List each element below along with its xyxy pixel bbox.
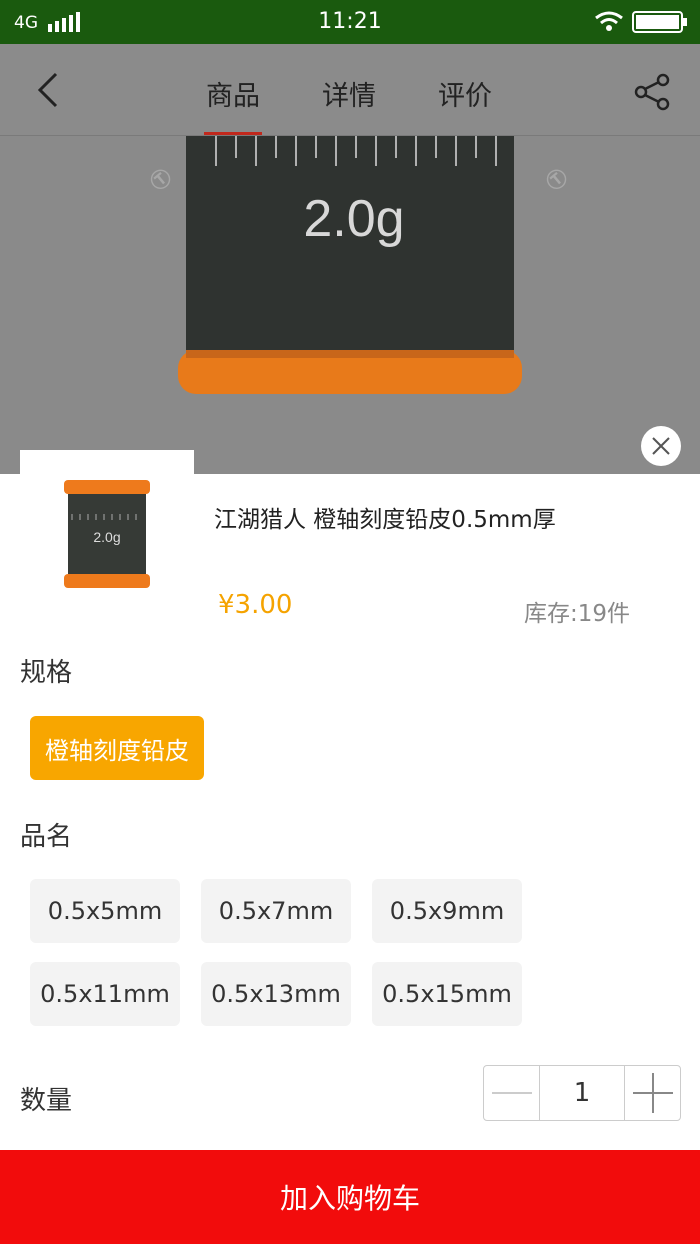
decrease-button[interactable] [484,1066,540,1120]
quantity-value[interactable]: 1 [540,1066,624,1120]
name-label: 品名 [20,822,73,852]
status-bar: 4G 11:21 [0,0,700,44]
share-icon[interactable] [632,72,672,112]
name-option[interactable]: 0.5x5mm [30,879,180,943]
back-arrow-icon[interactable] [30,70,66,110]
minus-icon [491,1092,532,1094]
tab-review[interactable]: 评价 [438,74,492,113]
product-image-area: 商品 详情 评价 2.0g Ⓣ Ⓣ [0,44,700,474]
watermark: Ⓣ [541,164,573,196]
watermark: Ⓣ [145,164,177,196]
stock-count: 库存:19件 [524,601,631,627]
add-to-cart-button[interactable]: 加入购物车 [0,1150,700,1244]
name-option[interactable]: 0.5x15mm [372,962,522,1026]
name-option[interactable]: 0.5x11mm [30,962,180,1026]
wifi-icon [595,11,623,31]
quantity-stepper: 1 [483,1065,681,1121]
photo-weight-label: 2.0g [303,190,404,248]
quantity-label: 数量 [20,1086,73,1116]
spec-label: 规格 [20,658,73,688]
product-title: 江湖猎人 橙轴刻度铅皮0.5mm厚 [214,507,556,533]
tab-goods[interactable]: 商品 [206,74,260,113]
spec-option[interactable]: 橙轴刻度铅皮 [30,716,204,780]
plus-icon [632,1073,673,1113]
increase-button[interactable] [624,1066,680,1120]
product-photo: 2.0g [178,136,522,394]
thumbnail-image: 2.0g [64,480,150,588]
close-icon[interactable] [641,426,681,466]
product-thumbnail: 2.0g [20,450,194,624]
tab-detail[interactable]: 详情 [322,74,376,113]
active-tab-indicator [204,132,262,135]
product-price: ¥3.00 [218,590,293,620]
name-option[interactable]: 0.5x7mm [201,879,351,943]
thumbnail-weight-label: 2.0g [93,529,120,545]
battery-icon [632,11,687,33]
name-option[interactable]: 0.5x13mm [201,962,351,1026]
name-option[interactable]: 0.5x9mm [372,879,522,943]
top-navbar: 商品 详情 评价 [0,44,700,136]
